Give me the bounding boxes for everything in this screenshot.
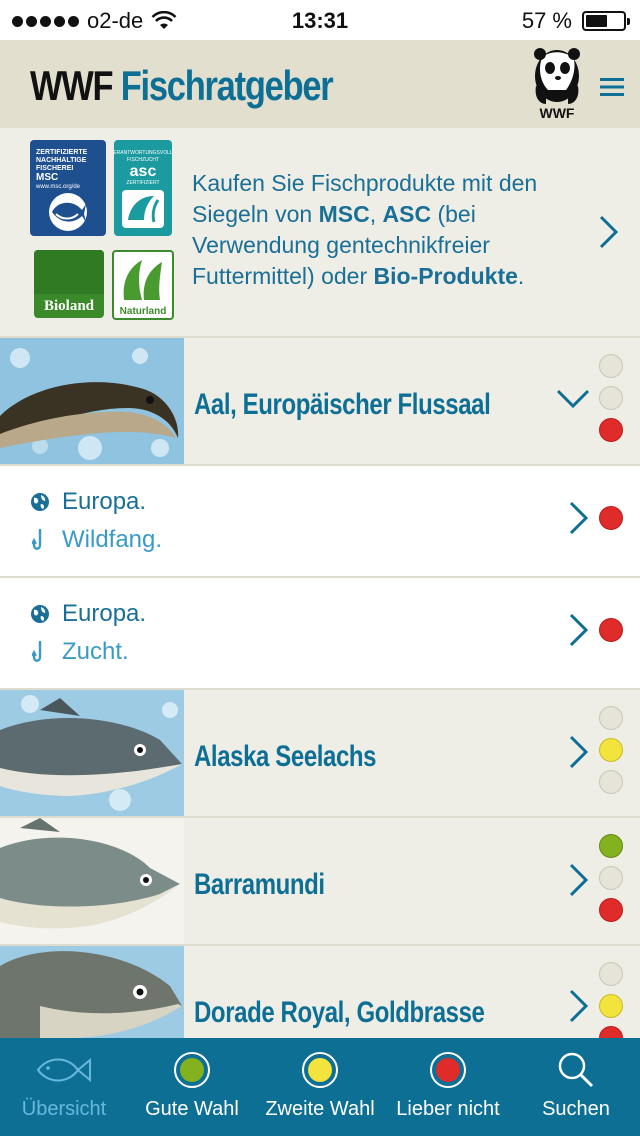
- svg-text:ZERTIFIZIERTE: ZERTIFIZIERTE: [36, 149, 88, 156]
- svg-text:FISCHEREI: FISCHEREI: [36, 165, 73, 172]
- chevron-right-icon: [569, 989, 589, 1023]
- rating-dot: [599, 898, 623, 922]
- rating-dot: [599, 354, 623, 378]
- svg-text:MSC: MSC: [36, 172, 58, 183]
- wwf-logo-text: WWF: [540, 105, 575, 121]
- tab-bar: Übersicht Gute Wahl Zweite Wahl Lieber n…: [0, 1038, 640, 1136]
- bioland-logo-text: Bioland: [44, 298, 95, 314]
- fish-row-dorade-royal[interactable]: Dorade Royal, Goldbrasse: [0, 946, 640, 1050]
- region-label: Europa.: [62, 600, 147, 627]
- fish-icon: [0, 1050, 128, 1090]
- fish-name: Barramundi: [194, 868, 325, 901]
- rating-dot: [599, 506, 623, 530]
- hamburger-menu-icon[interactable]: [596, 76, 628, 98]
- rating-dot: [599, 738, 623, 762]
- tab-label: Gute Wahl: [145, 1098, 239, 1120]
- banner-text: Kaufen Sie Fischprodukte mit den Siegeln…: [192, 168, 592, 292]
- chevron-right-icon: [599, 215, 619, 249]
- fish-name: Aal, Europäischer Flussaal: [194, 388, 491, 421]
- rating-dot: [599, 706, 623, 730]
- rating-dot: [599, 866, 623, 890]
- globe-icon: [30, 490, 50, 514]
- battery-icon: [582, 11, 630, 31]
- fish-row-barramundi[interactable]: Barramundi: [0, 818, 640, 946]
- rating-dot: [599, 834, 623, 858]
- battery-status: 57 %: [521, 8, 630, 34]
- fish-row-alaska-seelachs[interactable]: Alaska Seelachs: [0, 690, 640, 818]
- origin-region: Europa.: [30, 600, 146, 628]
- app-title: WWF Fischratgeber: [30, 62, 334, 110]
- origin-method: Zucht.: [30, 638, 129, 666]
- fishing-hook-icon: [30, 640, 50, 664]
- banner-text-part: ,: [369, 201, 383, 227]
- asc-logo: VERANTWORTUNGSVOLLE FISCHZUCHT asc ZERTI…: [114, 140, 172, 236]
- svg-text:www.msc.org/de: www.msc.org/de: [35, 184, 81, 190]
- rating-dot: [599, 618, 623, 642]
- region-label: Europa.: [62, 488, 147, 515]
- tab-gute-wahl[interactable]: Gute Wahl: [128, 1038, 256, 1136]
- method-label: Zucht.: [62, 638, 129, 665]
- app-title-wwf: WWF: [30, 62, 114, 109]
- tab-suchen[interactable]: Suchen: [512, 1038, 640, 1136]
- rating-dot: [599, 770, 623, 794]
- search-icon: [512, 1050, 640, 1090]
- svg-text:VERANTWORTUNGSVOLLE: VERANTWORTUNGSVOLLE: [114, 150, 172, 156]
- fish-row-aal[interactable]: Aal, Europäischer Flussaal: [0, 338, 640, 466]
- tab-label: Suchen: [542, 1098, 610, 1120]
- app-title-fischratgeber: Fischratgeber: [120, 62, 334, 109]
- tab-zweite-wahl[interactable]: Zweite Wahl: [256, 1038, 384, 1136]
- origin-method: Wildfang.: [30, 526, 162, 554]
- tab-lieber-nicht[interactable]: Lieber nicht: [384, 1038, 512, 1136]
- tab-label: Zweite Wahl: [265, 1098, 375, 1120]
- rating-dot: [599, 994, 623, 1018]
- status-bar: o2-de 13:31 57 %: [0, 0, 640, 40]
- rating-indicator: [599, 354, 625, 450]
- rating-dot: [599, 386, 623, 410]
- svg-text:ZERTIFIZIERT: ZERTIFIZIERT: [126, 180, 159, 186]
- rating-indicator: [599, 706, 625, 802]
- fish-name: Alaska Seelachs: [194, 740, 377, 773]
- banner-msc: MSC: [318, 201, 370, 227]
- battery-percent: 57 %: [521, 8, 572, 33]
- origin-row-wildfang[interactable]: Europa. Wildfang.: [0, 466, 640, 578]
- naturland-logo-text: Naturland: [120, 306, 167, 317]
- bioland-logo: Bioland: [34, 250, 104, 318]
- msc-logo: ZERTIFIZIERTE NACHHALTIGE FISCHEREI MSC …: [30, 140, 106, 236]
- svg-text:NACHHALTIGE: NACHHALTIGE: [36, 157, 87, 164]
- fishing-hook-icon: [30, 528, 50, 552]
- tab-label: Übersicht: [21, 1098, 107, 1120]
- rating-indicator: [599, 506, 625, 538]
- naturland-logo: Naturland: [112, 250, 174, 320]
- fish-image-aal: [0, 338, 184, 464]
- method-label: Wildfang.: [62, 526, 163, 553]
- app-header: WWF Fischratgeber WWF: [0, 40, 640, 128]
- fish-image-barramundi: [0, 818, 184, 944]
- rating-dot: [599, 418, 623, 442]
- asc-logo-text: asc: [130, 163, 157, 180]
- certification-banner[interactable]: ZERTIFIZIERTE NACHHALTIGE FISCHEREI MSC …: [0, 128, 640, 338]
- yellow-dot-icon: [256, 1050, 384, 1090]
- origin-region: Europa.: [30, 488, 146, 516]
- banner-bio: Bio-Produkte: [373, 263, 518, 289]
- green-dot-icon: [128, 1050, 256, 1090]
- tab-uebersicht[interactable]: Übersicht: [0, 1038, 128, 1136]
- fish-name: Dorade Royal, Goldbrasse: [194, 996, 485, 1029]
- rating-indicator: [599, 618, 625, 650]
- fish-image-dorade-royal: [0, 946, 184, 1038]
- rating-indicator: [599, 834, 625, 930]
- wwf-panda-logo-icon: WWF: [534, 48, 580, 121]
- red-dot-icon: [384, 1050, 512, 1090]
- rating-dot: [599, 962, 623, 986]
- chevron-down-icon[interactable]: [555, 388, 591, 410]
- chevron-right-icon: [569, 501, 589, 535]
- chevron-right-icon: [569, 863, 589, 897]
- banner-text-part: .: [517, 263, 525, 289]
- origin-row-zucht[interactable]: Europa. Zucht.: [0, 578, 640, 690]
- chevron-right-icon: [569, 613, 589, 647]
- tab-label: Lieber nicht: [396, 1098, 500, 1120]
- globe-icon: [30, 602, 50, 626]
- banner-asc: ASC: [382, 201, 432, 227]
- chevron-right-icon: [569, 735, 589, 769]
- fish-image-alaska-seelachs: [0, 690, 184, 816]
